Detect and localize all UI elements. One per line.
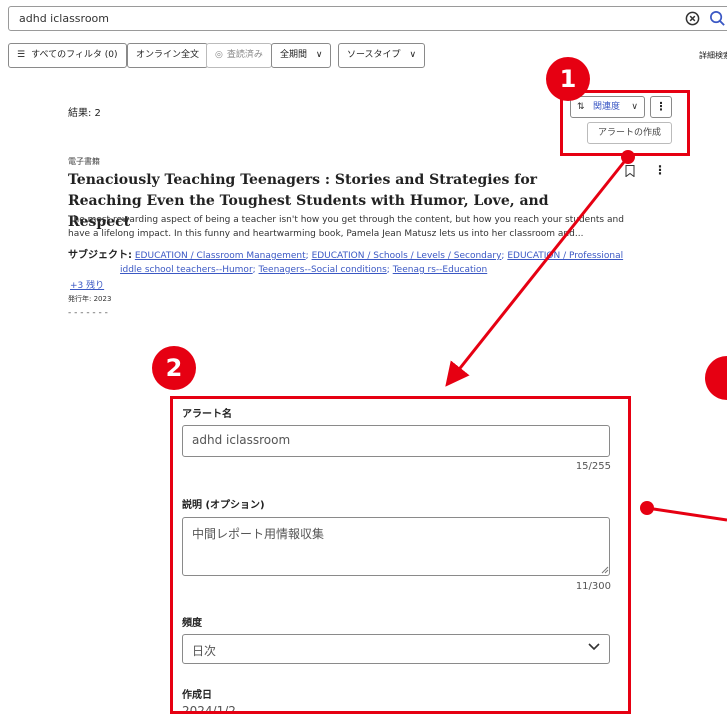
all-filters-button[interactable]: ☰ すべてのフィルタ (0)	[8, 43, 127, 68]
chevron-down-icon: ∨	[315, 50, 323, 60]
subject-link[interactable]: EDUCATION / Professional	[507, 251, 623, 261]
subject-link[interactable]: EDUCATION / Schools / Levels / Secondary	[312, 251, 502, 261]
subjects-label: サブジェクト:	[68, 250, 132, 261]
arrow-line	[646, 506, 727, 522]
subject-link[interactable]: iddle school teachers--Humor	[120, 265, 253, 275]
clear-icon[interactable]	[685, 11, 700, 26]
filter-icon: ☰	[17, 50, 26, 60]
highlight-box-1	[560, 90, 690, 156]
annotation-badge-1: 1	[546, 57, 590, 101]
record-more-icon[interactable]: ⋮	[654, 163, 666, 177]
chevron-down-icon: ∨	[409, 50, 417, 60]
arrow-origin-dot	[640, 501, 654, 515]
truncated-text: ‐ ‐ ‐ ‐ ‐ ‐ ‐	[68, 308, 108, 314]
subject-link[interactable]: Teenagers--Social conditions	[259, 265, 387, 275]
subject-link[interactable]: Teenag rs--Education	[393, 265, 488, 275]
alert-name-label: アラート名	[182, 409, 232, 420]
name-char-count: 15/255	[575, 461, 611, 472]
alert-name-input[interactable]: adhd iclassroom	[182, 425, 610, 457]
description-label: 説明 (オプション)	[182, 500, 265, 511]
date-filter-button[interactable]: 全期間 ∨	[271, 43, 332, 68]
created-date-value: 2024/1/2	[182, 704, 236, 711]
advanced-search-link[interactable]: 詳細検索	[699, 50, 727, 61]
more-subjects-link[interactable]: +3 残り	[70, 278, 104, 291]
search-input[interactable]: adhd iclassroom	[19, 12, 109, 25]
record-abstract: The most rewarding aspect of being a tea…	[68, 215, 624, 239]
badge-3-partial	[705, 356, 727, 400]
record-type: 電子書籍	[68, 157, 100, 166]
toggle-icon: ◎	[215, 50, 223, 60]
record-subjects: サブジェクト: EDUCATION / Classroom Management…	[68, 250, 624, 275]
published-year: 発行年: 2023	[68, 295, 112, 303]
resize-handle-icon[interactable]	[601, 566, 609, 574]
date-filter-label: 全期間	[280, 50, 308, 60]
frequency-label: 頻度	[182, 618, 202, 629]
annotation-badge-2: 2	[152, 346, 196, 390]
search-bar[interactable]: adhd iclassroom	[8, 6, 727, 31]
source-type-label: ソースタイプ	[347, 50, 401, 60]
results-count: 結果: 2	[68, 108, 101, 119]
description-char-count: 11/300	[575, 581, 611, 592]
description-textarea[interactable]: 中間レポート用情報収集	[182, 517, 610, 576]
created-date-label: 作成日	[182, 690, 212, 701]
search-icon[interactable]	[709, 10, 726, 27]
bookmark-icon[interactable]	[625, 165, 635, 177]
peer-reviewed-toggle[interactable]: ◎ 査読済み	[206, 43, 272, 68]
frequency-select[interactable]: 日次	[182, 634, 610, 664]
online-fulltext-button[interactable]: オンライン全文	[127, 43, 209, 68]
subject-link[interactable]: EDUCATION / Classroom Management	[135, 251, 306, 261]
source-type-button[interactable]: ソースタイプ ∨	[338, 43, 426, 68]
chevron-down-icon[interactable]	[588, 643, 600, 651]
all-filters-label: すべてのフィルタ (0)	[31, 50, 118, 60]
peer-reviewed-label: 査読済み	[226, 50, 263, 60]
